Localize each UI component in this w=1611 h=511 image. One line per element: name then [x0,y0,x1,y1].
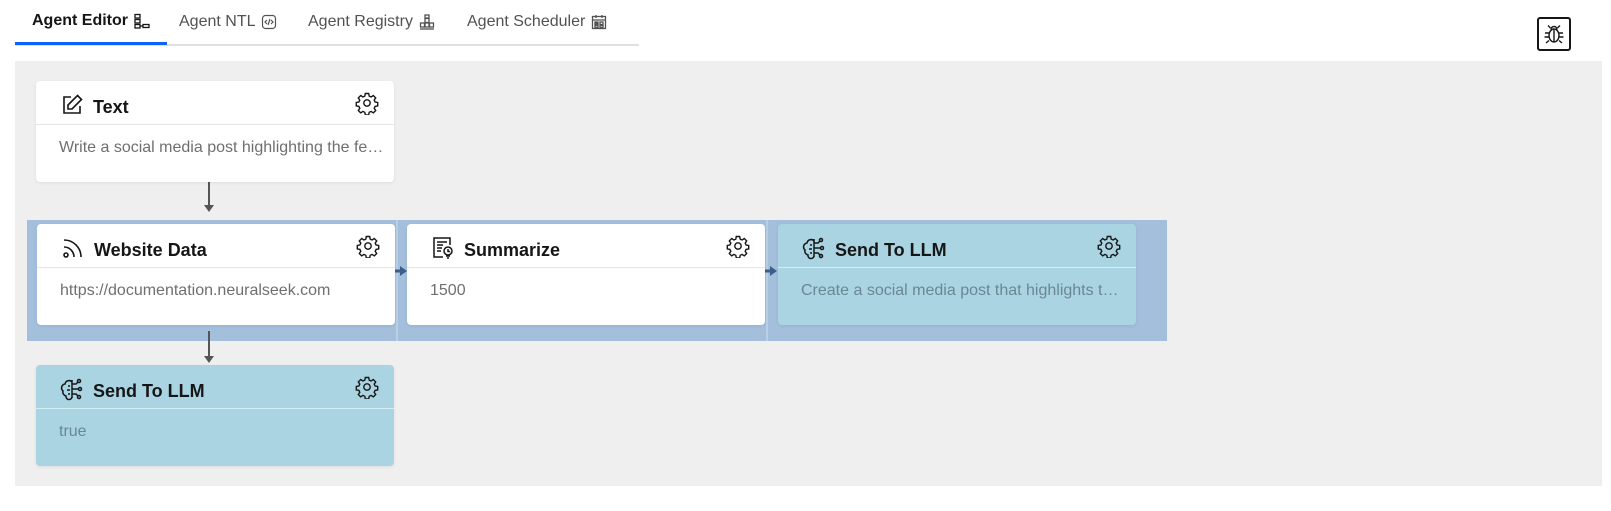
gear-icon[interactable] [356,234,380,258]
bug-icon [1544,25,1564,44]
tab-agent-editor[interactable]: Agent Editor [15,0,167,45]
node-body: Create a social media post that highligh… [801,282,1126,299]
tab-label: Agent NTL [179,13,256,30]
group-divider [766,220,768,341]
tab-agent-ntl[interactable]: Agent NTL [179,0,277,44]
node-header [407,224,765,268]
node-header [36,365,394,409]
node-body: true [59,423,87,440]
node-header [36,81,394,125]
node-send-to-llm[interactable]: Send To LLM true [36,365,394,466]
gear-icon[interactable] [726,234,750,258]
tab-label: Agent Registry [308,13,413,30]
node-body: Write a social media post highlighting t… [59,139,384,156]
calendar-icon [592,15,607,30]
node-send-to-llm[interactable]: Send To LLM Create a social media post t… [778,224,1136,325]
node-summarize[interactable]: Summarize 1500 [407,224,765,325]
tab-label: Agent Scheduler [467,13,586,30]
node-header [778,224,1136,268]
edit-icon [63,94,83,114]
node-title: Send To LLM [93,381,205,401]
node-body: 1500 [430,282,466,299]
node-text[interactable]: Text Write a social media post highlight… [36,81,394,182]
node-title: Summarize [464,240,561,260]
tab-agent-registry[interactable]: Agent Registry [308,0,435,44]
tab-agent-scheduler[interactable]: Agent Scheduler [467,0,607,44]
group-divider [396,220,398,341]
node-title: Text [93,97,129,117]
gear-icon[interactable] [1097,234,1121,258]
rss-icon [63,239,82,258]
connector-arrow-down [204,331,214,363]
code-icon [262,14,277,30]
flow-canvas[interactable]: Text Write a social media post highlight… [15,61,1602,486]
gear-icon[interactable] [355,91,379,115]
registry-icon [419,14,435,30]
gear-icon[interactable] [355,375,379,399]
node-title: Website Data [94,240,207,260]
debug-button[interactable] [1537,17,1571,51]
tab-label: Agent Editor [32,12,128,29]
flow-icon [134,13,150,29]
ai-brain-icon [60,378,83,401]
node-website-data[interactable]: Website Data https://documentation.neura… [37,224,395,325]
node-title: Send To LLM [835,240,947,260]
connector-arrow-down [204,182,214,212]
node-body: https://documentation.neuralseek.com [60,282,331,299]
node-header [37,224,395,268]
summary-icon [433,237,453,259]
ai-brain-icon [802,237,825,260]
tab-bar: Agent Editor Agent NTL Agent Registry Ag… [15,0,639,46]
